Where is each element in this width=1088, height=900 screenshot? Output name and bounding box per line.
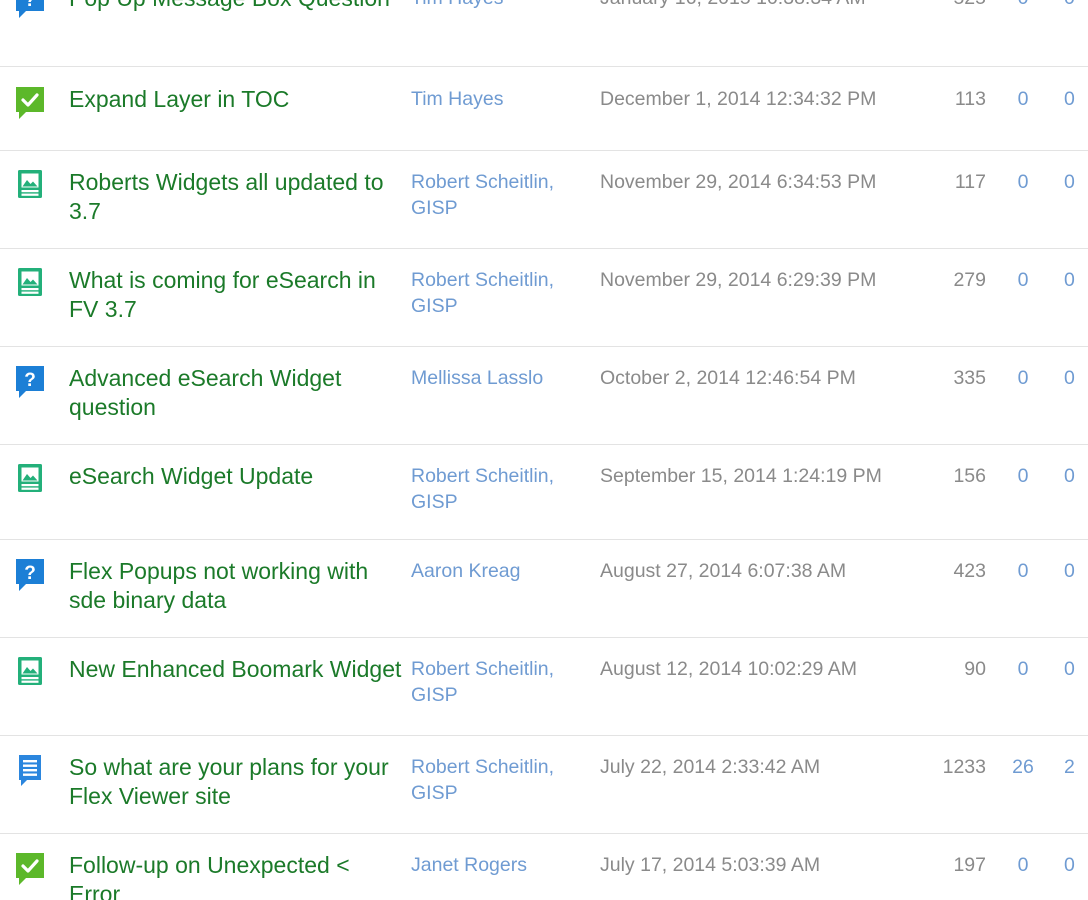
thread-likes[interactable]: 0 [1064, 852, 1088, 878]
thread-title-link[interactable]: Roberts Widgets all updated to 3.7 [69, 168, 404, 226]
thread-author-link[interactable]: Tim Hayes [411, 0, 591, 11]
thread-author-link[interactable]: Aaron Kreag [411, 558, 591, 584]
thread-replies[interactable]: 0 [1003, 0, 1043, 11]
thread-date: October 2, 2014 12:46:54 PM [600, 367, 856, 389]
thread-row: ? Pop Up Message Box Question Tim Hayes Jan… [0, 0, 1088, 67]
thread-likes[interactable]: 0 [1064, 463, 1088, 489]
thread-row: Follow-up on Unexpected < Error Janet Rog… [0, 834, 1088, 900]
thread-date: November 29, 2014 6:29:39 PM [600, 269, 877, 291]
answered-question-icon [13, 84, 47, 122]
thread-likes[interactable]: 0 [1064, 86, 1088, 112]
svg-text:?: ? [24, 0, 36, 11]
thread-likes[interactable]: 0 [1064, 0, 1088, 11]
thread-replies[interactable]: 0 [1003, 463, 1043, 489]
thread-author-link[interactable]: Robert Scheitlin, GISP [411, 267, 591, 319]
thread-views: 117 [954, 171, 986, 193]
thread-views: 335 [953, 367, 986, 389]
thread-title-link[interactable]: New Enhanced Boomark Widget [69, 655, 404, 684]
question-icon: ? [13, 363, 47, 401]
svg-text:?: ? [24, 370, 36, 391]
thread-views: 279 [953, 269, 986, 291]
thread-date: September 15, 2014 1:24:19 PM [600, 465, 882, 487]
thread-replies[interactable]: 0 [1003, 852, 1043, 878]
thread-title-link[interactable]: eSearch Widget Update [69, 462, 404, 491]
thread-author-link[interactable]: Robert Scheitlin, GISP [411, 656, 591, 708]
document-icon [13, 654, 47, 692]
document-icon [13, 167, 47, 205]
discussion-icon [13, 752, 47, 790]
thread-row: eSearch Widget Update Robert Scheitlin, G… [0, 445, 1088, 540]
question-icon: ? [13, 0, 47, 21]
thread-author-link[interactable]: Tim Hayes [411, 86, 591, 112]
document-icon [13, 461, 47, 499]
thread-views: 423 [953, 560, 986, 582]
thread-row: ? Flex Popups not working with sde binary… [0, 540, 1088, 638]
thread-author-link[interactable]: Janet Rogers [411, 852, 591, 878]
thread-date: December 1, 2014 12:34:32 PM [600, 88, 877, 110]
thread-replies[interactable]: 0 [1003, 656, 1043, 682]
thread-title-link[interactable]: What is coming for eSearch in FV 3.7 [69, 266, 404, 324]
thread-row: Expand Layer in TOC Tim Hayes December 1, … [0, 68, 1088, 151]
thread-date: January 16, 2015 10:38:34 AM [600, 0, 930, 11]
thread-replies[interactable]: 0 [1003, 365, 1043, 391]
thread-title-link[interactable]: Follow-up on Unexpected < Error [69, 851, 404, 900]
thread-row: Roberts Widgets all updated to 3.7 Robert… [0, 151, 1088, 249]
thread-row: What is coming for eSearch in FV 3.7 Robe… [0, 249, 1088, 347]
thread-date: November 29, 2014 6:34:53 PM [600, 171, 877, 193]
thread-date: July 22, 2014 2:33:42 AM [600, 756, 821, 778]
thread-author-link[interactable]: Robert Scheitlin, GISP [411, 169, 591, 221]
thread-likes[interactable]: 0 [1064, 169, 1088, 195]
thread-title-link[interactable]: Flex Popups not working with sde binary … [69, 557, 404, 615]
thread-likes[interactable]: 0 [1064, 558, 1088, 584]
thread-replies[interactable]: 0 [1003, 558, 1043, 584]
thread-views: 197 [953, 854, 986, 876]
thread-date: August 12, 2014 10:02:29 AM [600, 658, 857, 680]
thread-author-link[interactable]: Robert Scheitlin, GISP [411, 754, 591, 806]
thread-replies[interactable]: 0 [1003, 86, 1043, 112]
thread-views: 525 [930, 0, 986, 11]
thread-author-link[interactable]: Mellissa Lasslo [411, 365, 591, 391]
document-icon [13, 265, 47, 303]
thread-likes[interactable]: 0 [1064, 267, 1088, 293]
question-icon: ? [13, 556, 47, 594]
thread-row: ? Advanced eSearch Widget question Melliss… [0, 347, 1088, 445]
thread-date: July 17, 2014 5:03:39 AM [600, 854, 821, 876]
thread-date: August 27, 2014 6:07:38 AM [600, 560, 847, 582]
thread-views: 113 [954, 88, 986, 110]
thread-views: 1233 [942, 756, 986, 778]
thread-title-link[interactable]: Pop Up Message Box Question [69, 0, 404, 13]
thread-title-link[interactable]: Expand Layer in TOC [69, 85, 404, 114]
thread-likes[interactable]: 0 [1064, 365, 1088, 391]
thread-likes[interactable]: 0 [1064, 656, 1088, 682]
thread-replies[interactable]: 26 [1003, 754, 1043, 780]
thread-title-link[interactable]: Advanced eSearch Widget question [69, 364, 404, 422]
thread-row: So what are your plans for your Flex Vie… [0, 736, 1088, 834]
thread-replies[interactable]: 0 [1003, 267, 1043, 293]
thread-views: 90 [964, 658, 986, 680]
thread-row: New Enhanced Boomark Widget Robert Scheit… [0, 638, 1088, 736]
thread-views: 156 [953, 465, 986, 487]
thread-likes[interactable]: 2 [1064, 754, 1088, 780]
thread-list: ? Pop Up Message Box Question Tim Hayes Jan… [0, 0, 1088, 900]
svg-text:?: ? [24, 563, 36, 584]
answered-question-icon [13, 850, 47, 888]
thread-replies[interactable]: 0 [1003, 169, 1043, 195]
thread-title-link[interactable]: So what are your plans for your Flex Vie… [69, 753, 404, 811]
thread-author-link[interactable]: Robert Scheitlin, GISP [411, 463, 591, 515]
